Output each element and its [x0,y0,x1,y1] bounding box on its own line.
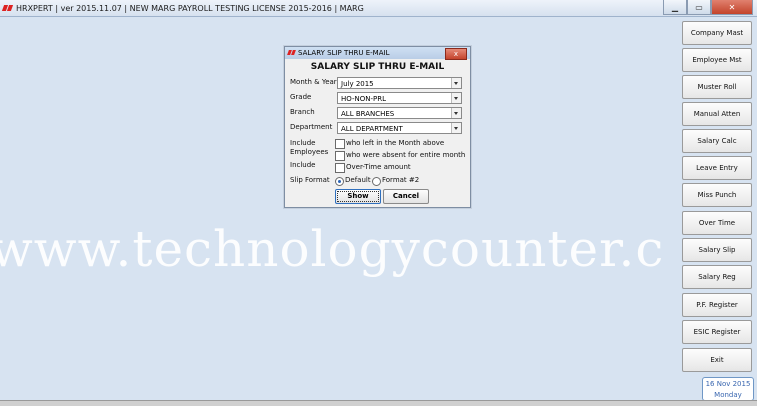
salary-calc-button[interactable]: Salary Calc [682,129,752,153]
include-label-2: Include [290,161,316,169]
branch-select[interactable]: ALL BRANCHES [337,107,462,119]
window-controls: ▁ ▭ ✕ [663,0,753,15]
date-text: 16 Nov 2015 [705,380,751,388]
overtime-amount-checkbox[interactable] [335,163,345,173]
miss-punch-button[interactable]: Miss Punch [682,183,752,207]
month-year-value: July 2015 [341,80,374,88]
format2-radio[interactable] [372,177,381,186]
default-format-label: Default [345,176,371,184]
title-bar: HRXPERT | ver 2015.11.07 | NEW MARG PAYR… [0,0,757,17]
employee-mst-button[interactable]: Employee Mst [682,48,752,72]
cancel-button[interactable]: Cancel [383,189,429,204]
close-icon[interactable]: ✕ [711,0,753,15]
month-year-label: Month & Year [290,78,337,86]
chevron-down-icon[interactable] [451,78,461,88]
grade-label: Grade [290,93,312,101]
branch-value: ALL BRANCHES [341,110,395,118]
month-year-select[interactable]: July 2015 [337,77,462,89]
date-display: 16 Nov 2015 Monday [702,377,754,401]
dialog-heading: SALARY SLIP THRU E-MAIL [310,62,445,72]
muster-roll-button[interactable]: Muster Roll [682,75,752,99]
salary-slip-button[interactable]: Salary Slip [682,238,752,262]
grade-value: HO-NON-PRL [341,95,386,103]
maximize-icon[interactable]: ▭ [687,0,711,15]
sidebar: Company Mast Employee Mst Muster Roll Ma… [680,17,757,401]
show-button[interactable]: Show [335,189,381,204]
left-in-month-checkbox[interactable] [335,139,345,149]
pf-register-button[interactable]: P.F. Register [682,293,752,317]
chevron-down-icon[interactable] [451,123,461,133]
grade-select[interactable]: HO-NON-PRL [337,92,462,104]
leave-entry-button[interactable]: Leave Entry [682,156,752,180]
minimize-icon[interactable]: ▁ [663,0,687,15]
company-mast-button[interactable]: Company Mast [682,21,752,45]
dialog-title-bar: SALARY SLIP THRU E-MAIL x [285,47,470,60]
esic-register-button[interactable]: ESIC Register [682,320,752,344]
default-format-radio[interactable] [335,177,344,186]
app-logo-icon [3,3,13,13]
overtime-amount-label: Over-Time amount [346,163,411,171]
dialog-title: SALARY SLIP THRU E-MAIL [298,49,390,57]
format2-label: Format #2 [382,176,420,184]
day-text: Monday [714,391,742,399]
department-select[interactable]: ALL DEPARTMENT [337,122,462,134]
over-time-button[interactable]: Over Time [682,211,752,235]
branch-label: Branch [290,108,315,116]
left-in-month-label: who left in the Month above [346,139,445,147]
salary-reg-button[interactable]: Salary Reg [682,265,752,289]
window-title: HRXPERT | ver 2015.11.07 | NEW MARG PAYR… [16,3,364,13]
salary-slip-email-dialog: SALARY SLIP THRU E-MAIL x SALARY SLIP TH… [284,46,471,208]
department-label: Department [290,123,333,131]
slip-format-label: Slip Format [290,176,330,184]
absent-entire-month-label: who were absent for entire month [346,151,466,159]
manual-atten-button[interactable]: Manual Atten [682,102,752,126]
include-label: Include [290,139,316,147]
department-value: ALL DEPARTMENT [341,125,403,133]
chevron-down-icon[interactable] [451,108,461,118]
dialog-logo-icon [288,49,296,57]
chevron-down-icon[interactable] [451,93,461,103]
exit-button[interactable]: Exit [682,348,752,372]
employees-label: Employees [290,148,329,156]
absent-entire-month-checkbox[interactable] [335,151,345,161]
dialog-close-icon[interactable]: x [445,48,467,60]
status-bar [0,400,757,406]
